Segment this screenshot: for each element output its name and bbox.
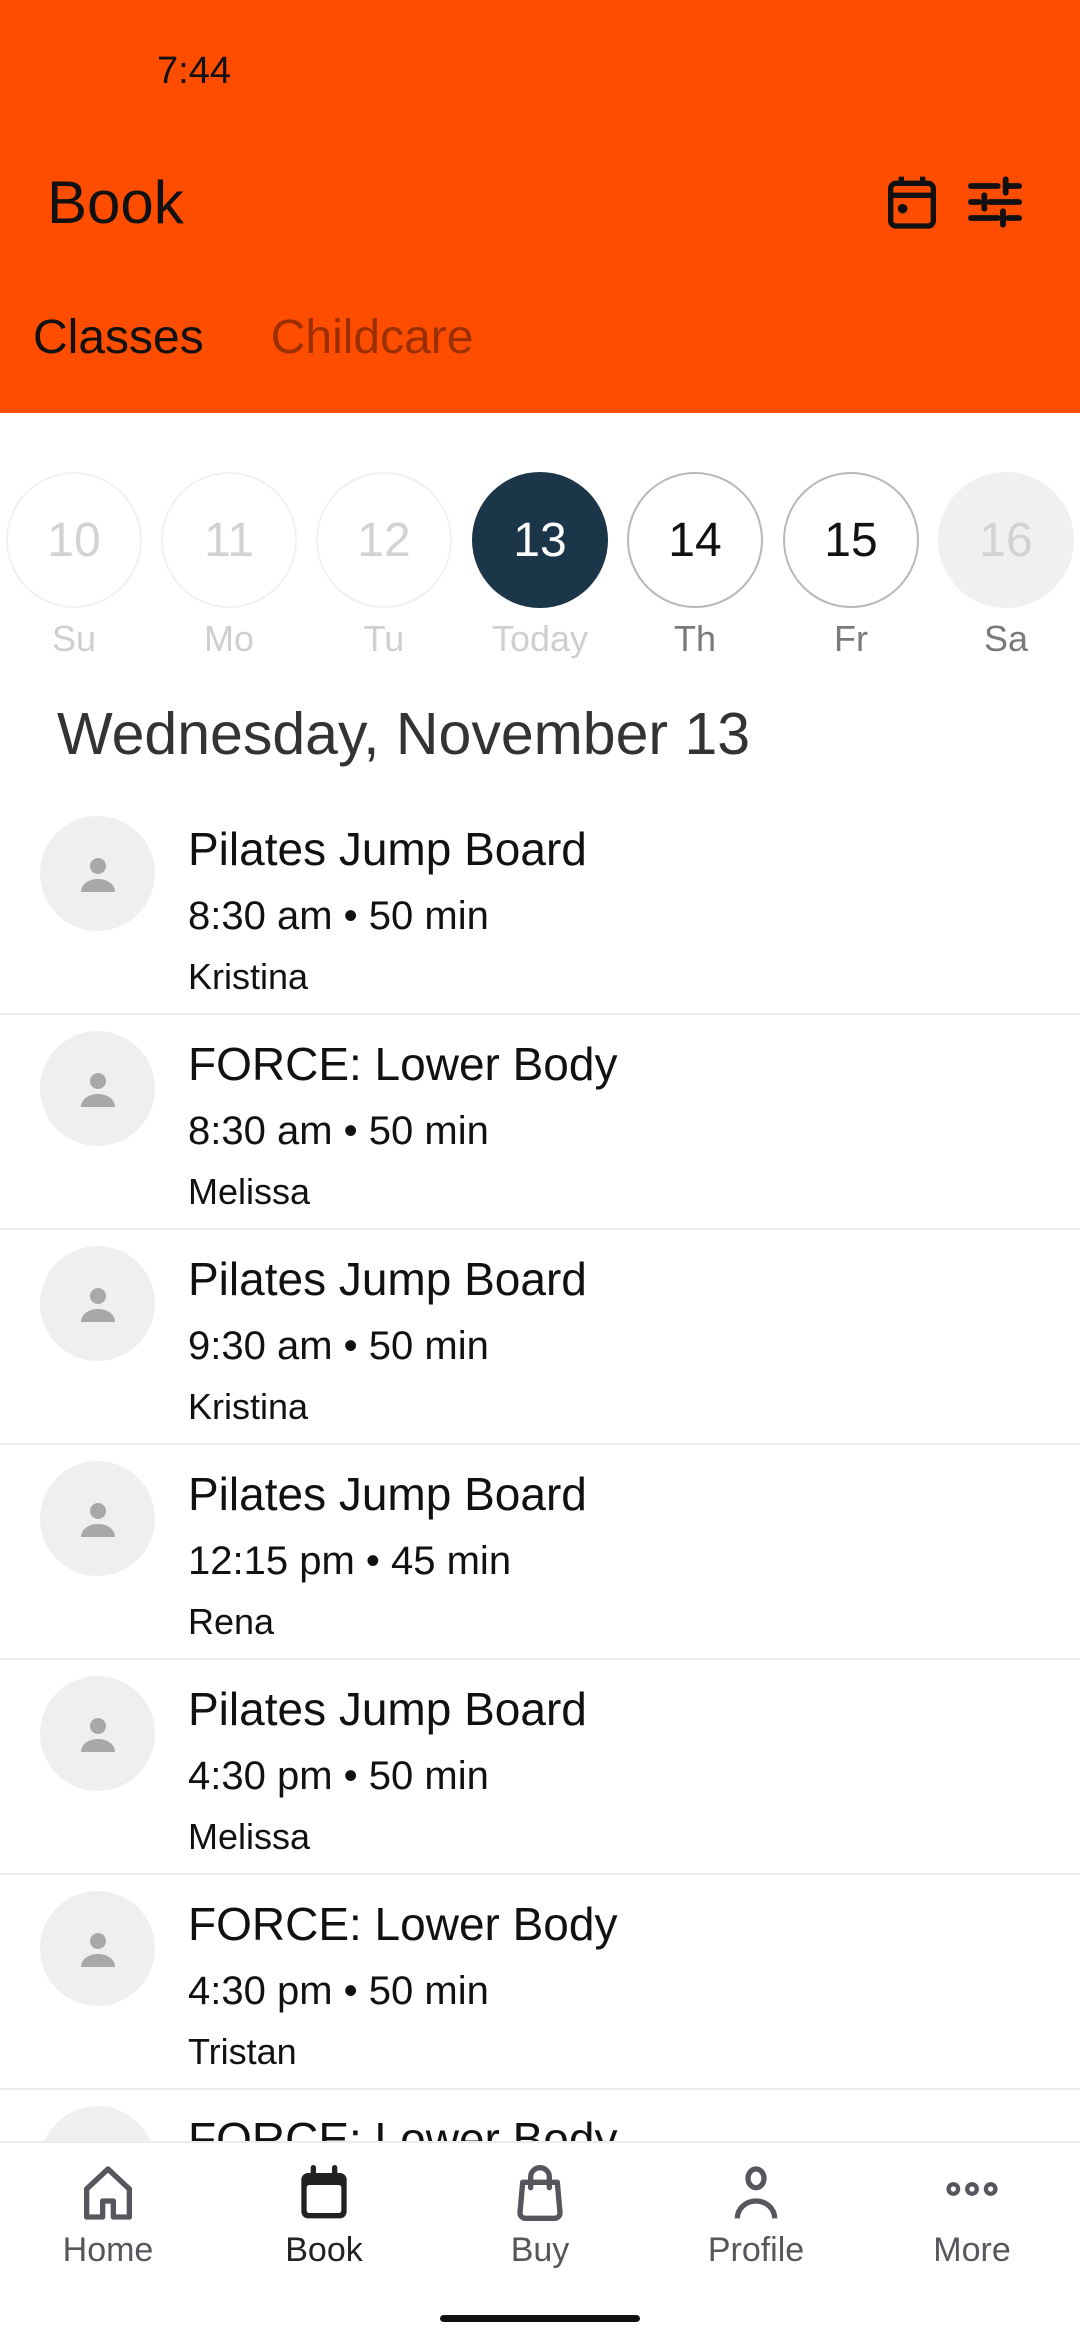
nav-profile[interactable]: Profile [648, 2161, 864, 2270]
date-weekday: Fr [834, 618, 868, 659]
class-list-item[interactable]: Pilates Jump Board 12:15 pm • 45 min Ren… [0, 1445, 1080, 1660]
date-day-16[interactable]: 16 Sa [938, 472, 1074, 660]
instructor-avatar [40, 1461, 155, 1576]
date-weekday: Tu [363, 618, 405, 659]
class-instructor: Kristina [188, 956, 309, 997]
class-title: Pilates Jump Board [188, 1683, 587, 1735]
nav-label: More [933, 2231, 1011, 2269]
instructor-avatar [40, 2106, 155, 2141]
class-instructor: Melissa [188, 1171, 311, 1212]
class-list-item[interactable]: FORCE: Lower Body [0, 2090, 1080, 2141]
class-instructor: Kristina [188, 1386, 309, 1427]
class-title: FORCE: Lower Body [188, 1038, 618, 1090]
page-title: Book [47, 169, 184, 236]
instructor-avatar [40, 1891, 155, 2006]
class-instructor: Rena [188, 1601, 275, 1642]
person-placeholder-icon [80, 857, 115, 892]
class-time-duration: 12:15 pm • 45 min [188, 1539, 512, 1583]
class-list-item[interactable]: Pilates Jump Board 9:30 am • 50 min Kris… [0, 1230, 1080, 1445]
date-number: 14 [627, 472, 763, 608]
home-icon [84, 2166, 132, 2220]
tab-classes[interactable]: Classes [33, 310, 204, 390]
class-time-duration: 4:30 pm • 50 min [188, 1969, 489, 2013]
class-list-item[interactable]: FORCE: Lower Body 8:30 am • 50 min Melis… [0, 1015, 1080, 1230]
date-strip: 10 Su 11 Mo 12 Tu 13 Today 14 Th 15 Fr 1… [0, 472, 1080, 672]
person-icon [734, 2166, 778, 2219]
date-day-12[interactable]: 12 Tu [316, 472, 452, 660]
date-day-13-selected[interactable]: 13 Today [472, 472, 608, 660]
tab-childcare[interactable]: Childcare [271, 310, 474, 390]
nav-more[interactable]: More [864, 2161, 1080, 2270]
class-title: FORCE: Lower Body [188, 2113, 618, 2141]
class-title: Pilates Jump Board [188, 1468, 587, 1520]
date-number: 12 [316, 472, 452, 608]
class-list-item[interactable]: Pilates Jump Board 4:30 pm • 50 min Meli… [0, 1660, 1080, 1875]
class-list-item[interactable]: FORCE: Lower Body 4:30 pm • 50 min Trist… [0, 1875, 1080, 2090]
nav-label: Buy [510, 2231, 570, 2269]
instructor-avatar [40, 1246, 155, 1361]
class-time-duration: 8:30 am • 50 min [188, 1109, 489, 1153]
person-placeholder-icon [80, 1287, 115, 1322]
class-instructor: Melissa [188, 1816, 311, 1857]
class-time-duration: 4:30 pm • 50 min [188, 1754, 489, 1798]
date-weekday: Mo [203, 618, 254, 659]
calendar-icon [301, 2165, 347, 2219]
nav-label: Book [285, 2231, 363, 2269]
class-title: Pilates Jump Board [188, 823, 587, 875]
instructor-avatar [40, 1031, 155, 1146]
person-placeholder-icon [80, 1502, 115, 1537]
bottom-navigation: Home Book Buy Profile More [0, 2141, 1080, 2340]
tab-bar: Classes Childcare [0, 310, 507, 390]
class-list[interactable]: Pilates Jump Board 8:30 am • 50 min Kris… [0, 800, 1080, 2141]
filter-button[interactable] [963, 170, 1027, 234]
more-dots-icon [946, 2182, 998, 2196]
date-weekday: Today [491, 618, 589, 659]
nav-book[interactable]: Book [216, 2161, 432, 2270]
date-number: 11 [161, 472, 297, 608]
date-weekday: Su [51, 618, 97, 659]
date-day-14[interactable]: 14 Th [627, 472, 763, 660]
class-instructor: Tristan [188, 2031, 297, 2072]
nav-home[interactable]: Home [0, 2161, 216, 2270]
date-weekday: Th [673, 618, 716, 659]
home-indicator[interactable] [440, 2315, 640, 2322]
instructor-avatar [40, 1676, 155, 1791]
date-number: 13 [472, 472, 608, 608]
nav-label: Home [62, 2231, 154, 2269]
instructor-avatar [40, 816, 155, 931]
calendar-icon [888, 176, 936, 229]
person-placeholder-icon [80, 1717, 115, 1752]
filter-sliders-icon [968, 176, 1022, 228]
class-title: FORCE: Lower Body [188, 1898, 618, 1950]
calendar-picker-button[interactable] [880, 170, 944, 234]
selected-date-heading: Wednesday, November 13 [57, 701, 751, 767]
class-list-item[interactable]: Pilates Jump Board 8:30 am • 50 min Kris… [0, 800, 1080, 1015]
date-number: 15 [783, 472, 919, 608]
class-time-duration: 9:30 am • 50 min [188, 1324, 489, 1368]
person-placeholder-icon [80, 1932, 115, 1967]
shopping-bag-icon [517, 2165, 563, 2221]
nav-buy[interactable]: Buy [432, 2161, 648, 2270]
date-day-15[interactable]: 15 Fr [783, 472, 919, 660]
status-bar-time: 7:44 [157, 50, 231, 92]
date-number: 16 [938, 472, 1074, 608]
app-bar: 7:44 Book Classes Childcare [0, 0, 1080, 413]
person-placeholder-icon [80, 1072, 115, 1107]
date-day-10[interactable]: 10 Su [6, 472, 142, 660]
date-day-11[interactable]: 11 Mo [161, 472, 297, 660]
date-number: 10 [6, 472, 142, 608]
nav-label: Profile [707, 2231, 805, 2269]
class-time-duration: 8:30 am • 50 min [188, 894, 489, 938]
date-weekday: Sa [983, 618, 1029, 659]
class-title: Pilates Jump Board [188, 1253, 587, 1305]
